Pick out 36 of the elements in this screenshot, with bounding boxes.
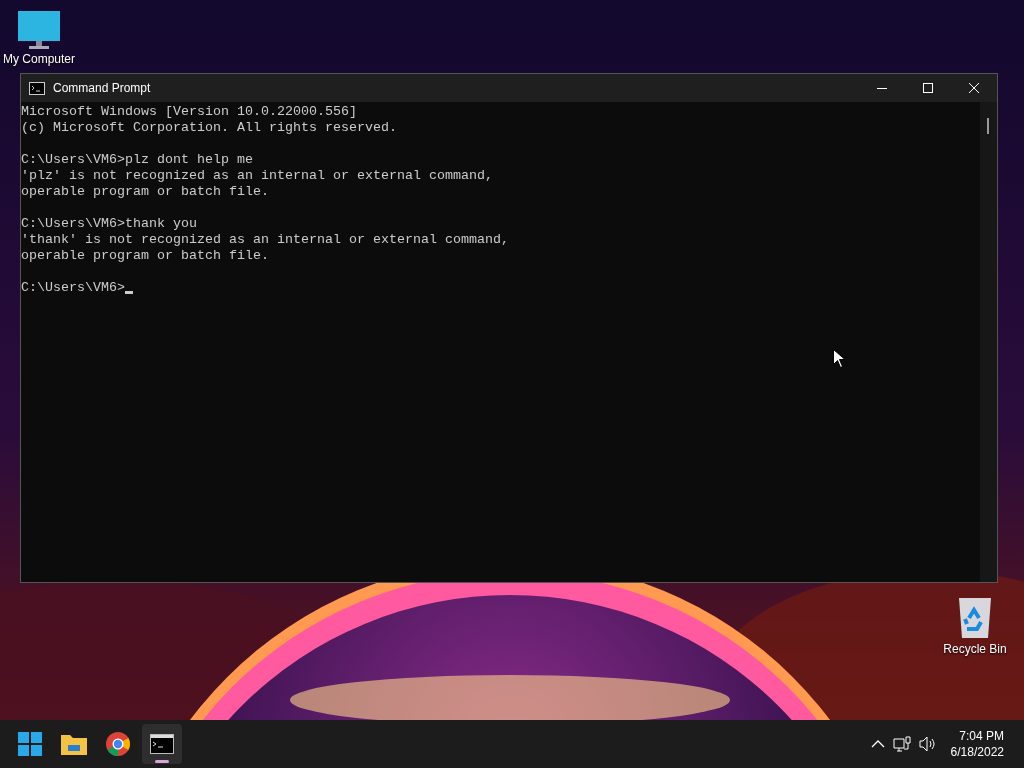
scrollbar[interactable]	[980, 102, 997, 582]
close-icon	[969, 83, 979, 93]
desktop-icon-label: Recycle Bin	[943, 642, 1007, 656]
chevron-up-icon[interactable]	[870, 740, 885, 748]
maximize-icon	[923, 83, 933, 93]
desktop-icon[interactable]: My Computer	[0, 10, 79, 66]
date: 6/18/2022	[950, 744, 1004, 760]
taskbar-app[interactable]	[142, 724, 182, 764]
recycle-bin-icon	[957, 596, 993, 640]
pointer-icon	[833, 349, 845, 368]
terminal-icon	[29, 81, 45, 95]
minimize-icon	[877, 87, 887, 89]
console-line: 'thank' is not recognized as an internal or external command,	[21, 232, 510, 248]
clock[interactable]: 7:04 PM 6/18/2022	[950, 728, 1004, 760]
desktop-icon[interactable]: Recycle Bin	[935, 596, 1015, 656]
browser-icon	[106, 732, 130, 756]
network-icon[interactable]	[892, 736, 911, 752]
windows-logo-icon	[18, 732, 42, 756]
console-line: 'plz' is not recognized as an internal or external command,	[21, 168, 494, 184]
text-cursor	[125, 291, 133, 294]
volume-icon[interactable]	[918, 736, 937, 752]
console-line: C:\Users\VM6>thank you	[21, 216, 198, 232]
monitor-icon	[17, 10, 61, 50]
active-indicator	[155, 760, 169, 763]
command-prompt: C:\Users\VM6>	[21, 280, 125, 296]
console-line: C:\Users\VM6>plz dont help me	[21, 152, 254, 168]
console-line: operable program or batch file.	[21, 184, 270, 200]
desktop-icon-label: My Computer	[3, 52, 75, 66]
terminal-icon	[150, 734, 174, 754]
window-title: Command Prompt	[53, 81, 152, 95]
scrollbar-thumb[interactable]	[987, 118, 989, 134]
console-line: (c) Microsoft Corporation. All rights reserved.	[21, 120, 398, 136]
console-line: Microsoft Windows [Version 10.0.22000.556]	[21, 104, 358, 120]
console-line: operable program or batch file.	[21, 248, 270, 264]
folder-icon	[61, 733, 87, 755]
time: 7:04 PM	[959, 728, 1004, 744]
